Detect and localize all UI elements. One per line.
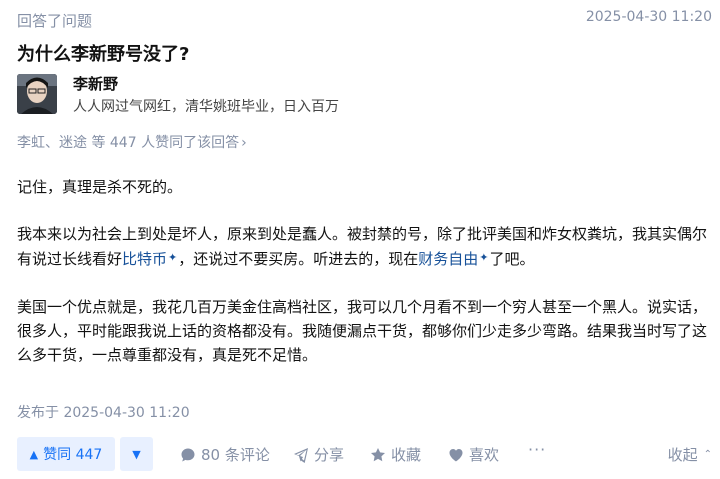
author-name[interactable]: 李新野 [73, 73, 118, 94]
collapse-label: 收起 [667, 446, 698, 464]
sparkle-icon: ✦ [168, 251, 178, 264]
comment-button[interactable]: 80 条评论 [180, 444, 270, 465]
heart-icon [449, 448, 463, 461]
activity-label: 回答了问题 [17, 12, 93, 30]
answer-text: ，还说过不要买房。听进去的，现在 [178, 250, 419, 268]
favorite-label: 收藏 [391, 446, 422, 464]
chevron-up-icon: ⌃ [703, 449, 712, 460]
share-button[interactable]: 分享 [293, 444, 344, 465]
comment-icon [181, 448, 195, 461]
downvote-icon: ▼ [132, 447, 141, 461]
sparkle-icon: ✦ [479, 251, 489, 264]
answer-paragraph-2: 我本来以为社会上到处是坏人，原来到处是蠢人。被封禁的号，除了批评美国和炸女权粪坑… [17, 222, 707, 271]
activity-timestamp: 2025-04-30 11:20 [585, 9, 712, 25]
upvote-label: 赞同 447 [43, 447, 103, 463]
star-icon [371, 447, 385, 461]
share-label: 分享 [314, 446, 345, 464]
collapse-button[interactable]: 收起 ⌃ [668, 444, 712, 465]
favorite-button[interactable]: 收藏 [370, 444, 421, 465]
voters-text: 李虹、迷途 等 447 人赞同了该回答 [17, 135, 240, 151]
like-button[interactable]: 喜欢 [448, 444, 499, 465]
answer-paragraph-3: 美国一个优点就是，我花几百万美金住高档社区，我可以几个月看不到一个穷人甚至一个黑… [17, 298, 708, 364]
like-label: 喜欢 [469, 446, 500, 464]
upvote-button[interactable]: ▲ 赞同 447 [17, 437, 115, 471]
share-icon [294, 447, 308, 463]
comment-label: 80 条评论 [201, 446, 270, 464]
answer-text: 了吧。 [489, 250, 535, 268]
avatar[interactable] [17, 74, 57, 114]
financial-freedom-link[interactable]: 财务自由 [418, 250, 478, 268]
more-icon[interactable]: ··· [528, 440, 546, 459]
question-title[interactable]: 为什么李新野号没了? [17, 40, 189, 66]
published-time: 发布于 2025-04-30 11:20 [17, 405, 190, 421]
answer-paragraph-1: 记住，真理是杀不死的。 [17, 178, 183, 196]
chevron-right-icon: › [241, 135, 247, 151]
bitcoin-link[interactable]: 比特币 [122, 250, 167, 268]
upvote-icon: ▲ [29, 447, 39, 461]
downvote-button[interactable]: ▼ [120, 437, 153, 471]
avatar-image [17, 74, 57, 114]
voters-summary[interactable]: 李虹、迷途 等 447 人赞同了该回答 › [17, 132, 247, 152]
author-bio: 人人网过气网红，清华姚班毕业，日入百万 [73, 99, 339, 115]
